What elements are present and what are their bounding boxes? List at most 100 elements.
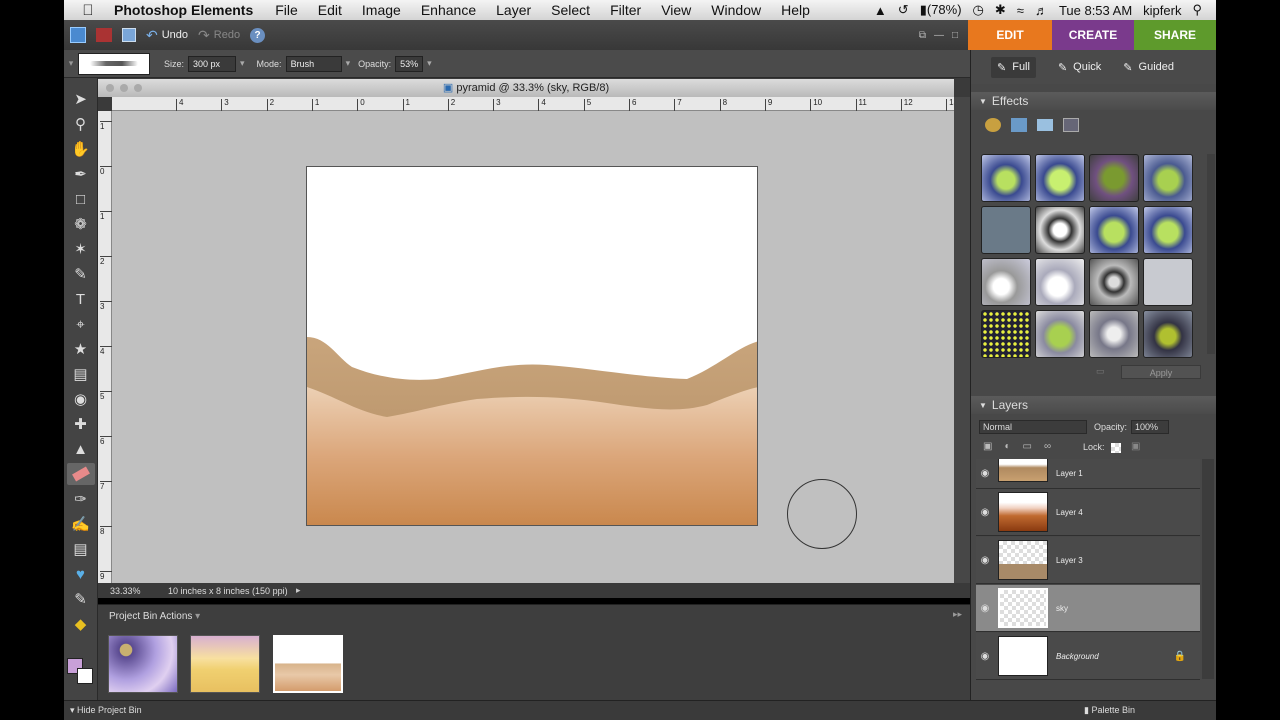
image-canvas[interactable] bbox=[306, 166, 758, 526]
paint-bucket-tool-icon[interactable]: ▤ bbox=[67, 538, 95, 560]
new-icon[interactable] bbox=[70, 27, 86, 43]
vertical-ruler[interactable]: 1 0 1 2 3 4 5 6 7 8 9 bbox=[98, 111, 112, 583]
layer-row-layer-3[interactable]: ◉ Layer 3 bbox=[976, 537, 1200, 584]
effect-thumbnail[interactable] bbox=[981, 154, 1031, 202]
menu-file[interactable]: File bbox=[275, 2, 298, 18]
layer-row-layer-1[interactable]: ◉ Layer 1 bbox=[976, 459, 1200, 489]
zoom-readout[interactable]: 33.33% bbox=[98, 586, 154, 596]
effect-thumbnail[interactable] bbox=[1143, 154, 1193, 202]
menu-enhance[interactable]: Enhance bbox=[421, 2, 476, 18]
app-menu[interactable]: Photoshop Elements bbox=[114, 2, 253, 18]
size-input[interactable]: 300 px bbox=[188, 55, 237, 72]
menu-view[interactable]: View bbox=[661, 2, 691, 18]
effects-scrollbar[interactable] bbox=[1207, 154, 1215, 354]
eyedropper-tool-icon[interactable]: ✒ bbox=[67, 163, 95, 185]
adobe-icon[interactable]: ▲ bbox=[874, 3, 887, 18]
effect-thumbnail[interactable] bbox=[1089, 206, 1139, 254]
effect-thumbnail[interactable] bbox=[1089, 154, 1139, 202]
clock[interactable]: Tue 8:53 AM bbox=[1059, 3, 1132, 18]
type-tool-icon[interactable]: T bbox=[67, 288, 95, 310]
opacity-dropdown-icon[interactable]: ▾ bbox=[427, 58, 432, 69]
move-tool-icon[interactable]: ➤ bbox=[67, 88, 95, 110]
close-doc-button[interactable] bbox=[106, 84, 114, 92]
restore-icon[interactable]: □ bbox=[952, 30, 958, 41]
info-menu-icon[interactable]: ▸ bbox=[296, 585, 301, 596]
bin-thumbnail-planet[interactable] bbox=[108, 635, 178, 693]
clone-stamp-tool-icon[interactable]: ▲ bbox=[67, 438, 95, 460]
minimize-icon[interactable]: — bbox=[934, 30, 944, 41]
lasso-tool-icon[interactable]: ❁ bbox=[67, 213, 95, 235]
size-dropdown-icon[interactable]: ▾ bbox=[240, 58, 245, 69]
effect-thumbnail[interactable] bbox=[1143, 258, 1193, 306]
crop-tool-icon[interactable]: ⌖ bbox=[67, 313, 95, 335]
apple-icon[interactable]:  bbox=[76, 2, 100, 19]
all-effects-icon[interactable] bbox=[1063, 118, 1079, 132]
effect-thumbnail[interactable] bbox=[1035, 310, 1085, 358]
menu-select[interactable]: Select bbox=[551, 2, 590, 18]
adjustment-layer-icon[interactable]: ◐ bbox=[1004, 441, 1010, 452]
lock-all-icon[interactable]: ▣ bbox=[1131, 441, 1140, 452]
hide-project-bin-button[interactable]: ▾ Hide Project Bin bbox=[70, 705, 142, 716]
sync-icon[interactable]: ↺ bbox=[898, 2, 909, 18]
effect-thumbnail[interactable] bbox=[1089, 258, 1139, 306]
layer-row-sky[interactable]: ◉ sky bbox=[976, 585, 1200, 632]
tab-share[interactable]: SHARE bbox=[1134, 20, 1216, 50]
visibility-eye-icon[interactable]: ◉ bbox=[978, 603, 992, 614]
zoom-doc-button[interactable] bbox=[134, 84, 142, 92]
menu-image[interactable]: Image bbox=[362, 2, 401, 18]
quick-selection-tool-icon[interactable]: ✎ bbox=[67, 263, 95, 285]
menu-edit[interactable]: Edit bbox=[318, 2, 342, 18]
effect-thumbnail[interactable] bbox=[1089, 310, 1139, 358]
bin-actions-menu[interactable]: Project Bin Actions ▾ bbox=[109, 611, 200, 622]
spotlight-icon[interactable]: ⚲ bbox=[1192, 2, 1202, 18]
filters-icon[interactable] bbox=[985, 118, 1001, 132]
options-menu-icon[interactable]: ▾ bbox=[64, 58, 78, 69]
tab-guided[interactable]: ✎ Guided bbox=[1123, 61, 1174, 74]
link-layers-icon[interactable]: ∞ bbox=[1044, 441, 1051, 452]
tab-edit[interactable]: EDIT bbox=[968, 20, 1052, 50]
tab-quick[interactable]: ✎ Quick bbox=[1058, 61, 1101, 74]
layer-row-background[interactable]: ◉ Background 🔒 bbox=[976, 633, 1200, 680]
visibility-eye-icon[interactable]: ◉ bbox=[978, 555, 992, 566]
effect-thumbnail[interactable] bbox=[1143, 310, 1193, 358]
user-menu[interactable]: kipferk bbox=[1143, 3, 1181, 18]
layers-panel-header[interactable]: ▼ Layers bbox=[971, 396, 1216, 414]
tab-full[interactable]: ✎ Full bbox=[991, 56, 1036, 78]
tab-create[interactable]: CREATE bbox=[1052, 20, 1134, 50]
effect-thumbnail[interactable] bbox=[981, 310, 1031, 358]
bin-menu-icon[interactable]: ▸▸ bbox=[953, 609, 962, 620]
menu-layer[interactable]: Layer bbox=[496, 2, 531, 18]
help-icon[interactable]: ? bbox=[250, 27, 266, 43]
new-layer-icon[interactable]: ▣ bbox=[983, 441, 992, 452]
lock-transparency-icon[interactable] bbox=[1111, 443, 1121, 453]
menu-window[interactable]: Window bbox=[711, 2, 761, 18]
palette-bin-button[interactable]: ▮ Palette Bin bbox=[1084, 705, 1135, 716]
tile-icon[interactable]: ⧉ bbox=[919, 30, 926, 41]
blend-mode-select[interactable]: Normal bbox=[979, 420, 1087, 434]
undo-button[interactable]: ↶ Undo bbox=[146, 27, 188, 44]
menu-help[interactable]: Help bbox=[781, 2, 810, 18]
sponge-tool-icon[interactable]: ◆ bbox=[67, 613, 95, 635]
blur-tool-icon[interactable]: ✎ bbox=[67, 588, 95, 610]
effects-panel-header[interactable]: ▼ Effects bbox=[971, 92, 1216, 110]
background-color-swatch[interactable] bbox=[77, 668, 93, 684]
cookie-cutter-tool-icon[interactable]: ★ bbox=[67, 338, 95, 360]
battery-icon[interactable]: ▮(78%) bbox=[920, 2, 962, 18]
save-icon[interactable] bbox=[122, 28, 136, 42]
red-eye-tool-icon[interactable]: ◉ bbox=[67, 388, 95, 410]
minimize-doc-button[interactable] bbox=[120, 84, 128, 92]
opacity-input[interactable]: 53% bbox=[395, 55, 424, 72]
delete-layer-icon[interactable]: ▭ bbox=[1023, 441, 1032, 452]
effect-thumbnail[interactable] bbox=[1035, 258, 1085, 306]
shape-tool-icon[interactable]: ♥ bbox=[67, 563, 95, 585]
layer-row-layer-4[interactable]: ◉ Layer 4 bbox=[976, 489, 1200, 536]
volume-icon[interactable]: ♬ bbox=[1035, 3, 1048, 18]
effect-thumbnail[interactable] bbox=[1035, 154, 1085, 202]
mode-select[interactable]: Brush bbox=[285, 55, 342, 72]
zoom-tool-icon[interactable]: ⚲ bbox=[67, 113, 95, 135]
straighten-tool-icon[interactable]: ▤ bbox=[67, 363, 95, 385]
mode-dropdown-icon[interactable]: ▾ bbox=[346, 58, 351, 69]
redo-button[interactable]: ↷ Redo bbox=[198, 27, 240, 44]
photo-effects-icon[interactable] bbox=[1037, 119, 1053, 131]
layers-scrollbar[interactable] bbox=[1202, 459, 1214, 679]
